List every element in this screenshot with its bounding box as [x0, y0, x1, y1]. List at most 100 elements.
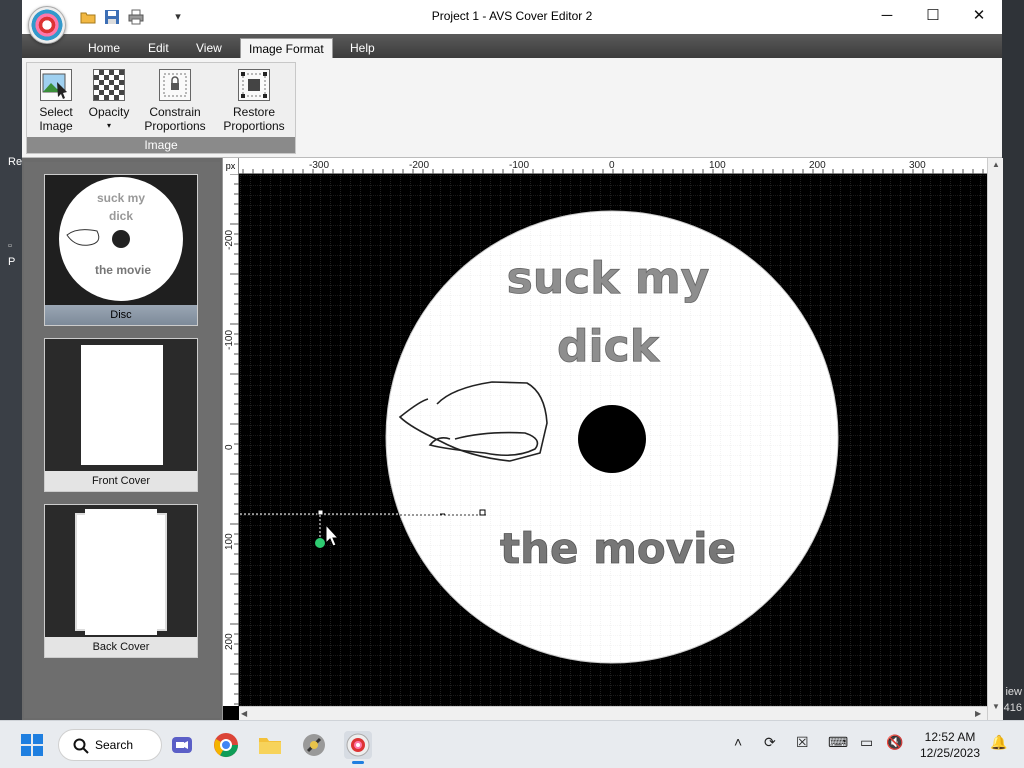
thumbnail-front-cover[interactable]: Front Cover: [44, 338, 198, 492]
clock-time: 12:52 AM: [924, 730, 976, 744]
network-off-icon[interactable]: ☒: [796, 734, 809, 751]
ribbon-group-image: Select Image Opacity ▾ Constrain Proport…: [26, 62, 296, 154]
menu-image-format[interactable]: Image Format: [240, 38, 333, 58]
system-clock[interactable]: 12:52 AM 12/25/2023: [908, 729, 992, 761]
menu-home[interactable]: Home: [80, 38, 128, 58]
horizontal-ruler: -300 -200 -100 0 100 200 300: [223, 158, 987, 174]
thumb-disc-text-line3: the movie: [95, 263, 151, 277]
constrain-proportions-label-2: Proportions: [144, 119, 206, 133]
clock-date: 12/25/2023: [919, 746, 981, 760]
thumbnail-label: Disc: [45, 305, 197, 325]
search-icon: [73, 738, 89, 754]
ruler-v-tick-label: -100: [224, 329, 235, 350]
opacity-button[interactable]: Opacity ▾: [83, 67, 135, 133]
windows-taskbar: Search ˄ ⟳ ☒ ⌨ ▭ 🔇 12:52 AM 12/25/2023 🔔: [0, 720, 1024, 768]
scroll-up-icon[interactable]: ▲: [992, 160, 1000, 169]
video-meeting-icon[interactable]: [168, 731, 196, 759]
desktop-text-fragment: Re: [8, 156, 23, 168]
volume-muted-icon[interactable]: 🔇: [886, 734, 903, 751]
display-icon[interactable]: ▭: [860, 734, 873, 751]
sync-icon[interactable]: ⟳: [764, 734, 776, 751]
select-image-button[interactable]: Select Image: [33, 67, 79, 133]
chevron-up-icon[interactable]: ˄: [734, 734, 742, 750]
restore-proportions-label-2: Proportions: [223, 119, 285, 133]
desktop-text-fragment: P: [8, 256, 16, 268]
app-tool-icon[interactable]: [300, 731, 328, 759]
disc-center-hole: [578, 405, 646, 473]
ruler-h-tick-label: -200: [409, 160, 430, 171]
file-explorer-icon[interactable]: [256, 731, 284, 759]
front-cover-preview: [81, 345, 163, 465]
rotate-handle[interactable]: [315, 538, 325, 548]
scroll-left-icon[interactable]: ◀: [241, 709, 247, 718]
restore-proportions-label-1: Restore: [232, 105, 276, 119]
menu-bar: Home Edit View Image Format Help: [22, 34, 1002, 58]
ruler-h-tick-label: -100: [509, 160, 530, 171]
ruler-v-tick-label: 200: [224, 633, 235, 650]
keyboard-icon[interactable]: ⌨: [828, 734, 848, 751]
horizontal-scrollbar[interactable]: ◀ ▶: [239, 706, 987, 720]
title-bar: ▾ Project 1 - AVS Cover Editor 2 ─ ☐ ✕: [22, 0, 1002, 44]
restore-proportions-button[interactable]: Restore Proportions: [217, 67, 291, 133]
desktop-text-fragment: iew: [1005, 686, 1022, 698]
ruler-unit: px: [223, 158, 239, 174]
select-image-icon: [40, 69, 72, 101]
search-label: Search: [95, 738, 134, 752]
chevron-down-icon: ▾: [106, 121, 111, 130]
maximize-button[interactable]: ☐: [910, 2, 956, 30]
design-canvas-area[interactable]: px -300 -200 -100 0 100 200 300 -200 -10…: [222, 158, 1003, 720]
thumbnail-disc[interactable]: suck my dick the movie Disc: [44, 174, 198, 326]
disc-thumbnail-preview: suck my dick the movie: [45, 175, 197, 305]
thumb-disc-text-line1: suck my: [97, 191, 145, 205]
resize-handle[interactable]: [317, 509, 324, 516]
scroll-right-icon[interactable]: ▶: [975, 709, 981, 718]
notification-bell-icon[interactable]: 🔔: [990, 734, 1007, 751]
menu-help[interactable]: Help: [342, 38, 383, 58]
ribbon: Select Image Opacity ▾ Constrain Proport…: [22, 58, 1002, 158]
minimize-button[interactable]: ─: [864, 2, 910, 30]
thumbnail-label: Back Cover: [45, 637, 197, 657]
chrome-icon[interactable]: [212, 731, 240, 759]
avs-cover-editor-taskbar-icon[interactable]: [344, 731, 372, 764]
select-image-label-2: Image: [39, 119, 73, 133]
menu-edit[interactable]: Edit: [140, 38, 177, 58]
lock-proportions-icon: [159, 69, 191, 101]
cover-thumbnails-panel: suck my dick the movie Disc Front Cover …: [24, 162, 220, 718]
disc-text-line1[interactable]: suck my: [506, 253, 710, 305]
ruler-v-tick-label: 100: [224, 533, 235, 550]
restore-proportions-icon: [238, 69, 270, 101]
back-cover-spine-preview: [85, 509, 157, 635]
ruler-v-tick-label: -200: [224, 229, 235, 250]
thumbnail-back-cover[interactable]: Back Cover: [44, 504, 198, 658]
thumbnail-label: Front Cover: [45, 471, 197, 491]
ruler-h-tick-label: -300: [309, 160, 330, 171]
desktop-text-fragment: 416: [1003, 702, 1022, 714]
ruler-h-tick-label: 200: [809, 160, 826, 171]
constrain-proportions-button[interactable]: Constrain Proportions: [139, 67, 211, 133]
ruler-h-tick-label: 300: [909, 160, 926, 171]
ruler-h-tick-label: 0: [609, 160, 615, 171]
scroll-down-icon[interactable]: ▼: [992, 702, 1000, 711]
app-menu-orb-button[interactable]: [28, 6, 66, 44]
resize-handle[interactable]: [479, 509, 486, 516]
checkerboard-icon: [93, 69, 125, 101]
ruler-h-tick-label: 100: [709, 160, 726, 171]
app-window: ▾ Project 1 - AVS Cover Editor 2 ─ ☐ ✕ H…: [22, 0, 1003, 720]
menu-view[interactable]: View: [188, 38, 230, 58]
taskbar-search[interactable]: Search: [58, 729, 162, 761]
window-title: Project 1 - AVS Cover Editor 2: [431, 9, 593, 23]
desktop-icon-fragment: ▫: [8, 240, 12, 252]
vertical-ruler: -200 -100 0 100 200: [223, 174, 239, 706]
disc-text-line3[interactable]: the movie: [500, 524, 737, 574]
ruler-v-tick-label: 0: [224, 444, 235, 450]
desktop-background-left: Re ▫ P: [0, 0, 22, 720]
disc-text-line2[interactable]: dick: [557, 321, 661, 373]
ribbon-group-label: Image: [27, 137, 295, 153]
close-button[interactable]: ✕: [956, 2, 1002, 30]
vertical-scrollbar[interactable]: ▲ ▼: [987, 158, 1003, 720]
thumb-disc-text-line2: dick: [109, 209, 133, 223]
canvas-stage[interactable]: suck my dick the movie: [240, 175, 987, 706]
desktop-background-right: iew 416: [1002, 0, 1024, 720]
constrain-proportions-label-1: Constrain: [149, 105, 201, 119]
windows-start-icon[interactable]: [18, 731, 46, 759]
